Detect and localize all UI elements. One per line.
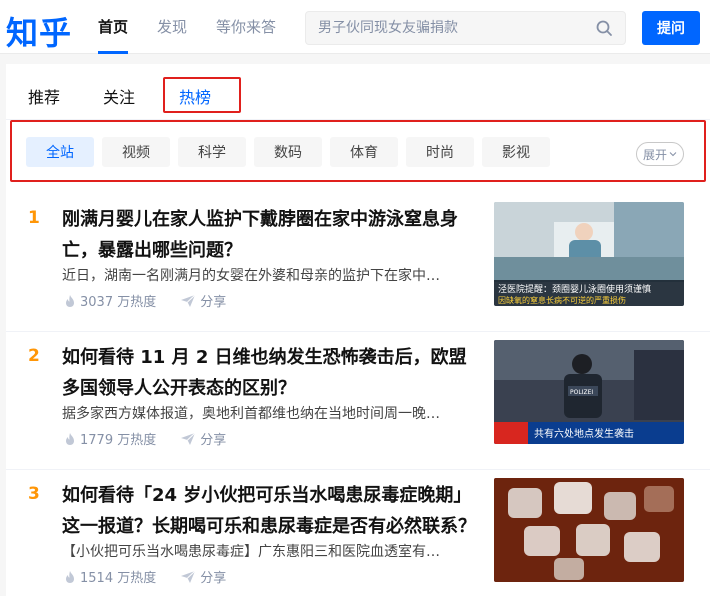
main-nav: 首页 发现 等你来答 — [98, 0, 305, 54]
top-header: 知乎 首页 发现 等你来答 提问 — [0, 0, 710, 54]
heat-metric: 1514 万热度 — [64, 567, 156, 586]
question-title[interactable]: 如何看待「24 岁小伙把可乐当水喝患尿毒症晚期」这一报道？长期喝可乐和患尿毒症是… — [62, 480, 484, 542]
share-label: 分享 — [200, 433, 227, 448]
tab-recommend[interactable]: 推荐 — [28, 84, 60, 108]
svg-text:POLIZEI: POLIZEI — [570, 389, 593, 396]
filter-all[interactable]: 全站 — [26, 137, 94, 167]
heat-value: 1779 万热度 — [80, 433, 157, 448]
chevron-down-icon — [669, 152, 677, 157]
filter-digital[interactable]: 数码 — [254, 137, 322, 167]
tab-follow[interactable]: 关注 — [103, 84, 135, 108]
nav-waiting-answers[interactable]: 等你来答 — [216, 0, 276, 54]
flame-icon — [66, 294, 74, 307]
heat-metric: 1779 万热度 — [64, 429, 156, 448]
hot-list-card: 推荐 关注 热榜 全站 视频 科学 数码 体育 时尚 影视 展开 1 刚满月婴儿… — [6, 64, 710, 596]
filter-science[interactable]: 科学 — [178, 137, 246, 167]
share-icon — [181, 432, 196, 445]
question-excerpt[interactable]: 据多家西方媒体报道，奥地利首都维也纳在当地时间周一晚… — [62, 403, 476, 423]
question-thumbnail[interactable]: 泾医院提醒：颈圈婴儿泳圈使用须谨慎 因缺氧的窒息长病不可逆的严重损伤 — [494, 202, 684, 306]
divider — [6, 469, 710, 470]
svg-text:共有六处地点发生袭击: 共有六处地点发生袭击 — [534, 427, 634, 440]
share-button[interactable]: 分享 — [180, 429, 226, 448]
heat-value: 3037 万热度 — [80, 295, 157, 310]
divider — [6, 331, 710, 332]
flame-icon — [66, 432, 74, 445]
hot-item-3[interactable]: 3 如何看待「24 岁小伙把可乐当水喝患尿毒症晚期」这一报道？长期喝可乐和患尿毒… — [6, 478, 710, 596]
cola-ice-photo — [494, 478, 684, 582]
rank-number: 2 — [28, 346, 40, 366]
filter-sports[interactable]: 体育 — [330, 137, 398, 167]
hospital-photo: 泾医院提醒：颈圈婴儿泳圈使用须谨慎 因缺氧的窒息长病不可逆的严重损伤 — [494, 202, 684, 306]
flame-icon — [66, 570, 74, 583]
filter-video[interactable]: 视频 — [102, 137, 170, 167]
share-icon — [181, 294, 196, 307]
expand-button[interactable]: 展开 — [636, 142, 684, 166]
heat-metric: 3037 万热度 — [64, 291, 156, 310]
hot-item-2[interactable]: 2 如何看待 11 月 2 日维也纳发生恐怖袭击后，欧盟多国领导人公开表态的区别… — [6, 340, 710, 470]
item-metrics: 3037 万热度 分享 — [64, 291, 250, 310]
question-thumbnail[interactable]: POLIZEI 共有六处地点发生袭击 — [494, 340, 684, 444]
rank-number: 1 — [28, 208, 40, 228]
expand-label: 展开 — [642, 147, 667, 162]
filter-fashion[interactable]: 时尚 — [406, 137, 474, 167]
hot-item-1[interactable]: 1 刚满月婴儿在家人监护下戴脖圈在家中游泳窒息身亡，暴露出哪些问题？ 近日，湖南… — [6, 202, 710, 332]
item-metrics: 1514 万热度 分享 — [64, 567, 250, 586]
search-box — [305, 11, 626, 45]
item-metrics: 1779 万热度 分享 — [64, 429, 250, 448]
share-button[interactable]: 分享 — [180, 291, 226, 310]
question-excerpt[interactable]: 近日，湖南一名刚满月的女婴在外婆和母亲的监护下在家中… — [62, 265, 476, 285]
nav-home[interactable]: 首页 — [98, 0, 129, 54]
filter-film[interactable]: 影视 — [482, 137, 550, 167]
feed-tabs: 推荐 关注 热榜 — [6, 64, 710, 120]
question-excerpt[interactable]: 【小伙把可乐当水喝患尿毒症】广东惠阳三和医院血透室有… — [62, 541, 476, 561]
share-label: 分享 — [200, 295, 227, 310]
search-input[interactable] — [318, 12, 588, 44]
ask-button[interactable]: 提问 — [642, 11, 700, 45]
nav-explore[interactable]: 发现 — [157, 0, 187, 54]
svg-text:因缺氧的窒息长病不可逆的严重损伤: 因缺氧的窒息长病不可逆的严重损伤 — [498, 295, 626, 305]
zhihu-logo[interactable]: 知乎 — [6, 8, 72, 54]
question-thumbnail[interactable] — [494, 478, 684, 582]
search-icon[interactable] — [595, 19, 613, 37]
rank-number: 3 — [28, 484, 40, 504]
svg-text:泾医院提醒：颈圈婴儿泳圈使用须谨慎: 泾医院提醒：颈圈婴儿泳圈使用须谨慎 — [498, 283, 651, 295]
question-title[interactable]: 刚满月婴儿在家人监护下戴脖圈在家中游泳窒息身亡，暴露出哪些问题？ — [62, 204, 484, 266]
share-button[interactable]: 分享 — [180, 567, 226, 586]
tab-hot[interactable]: 热榜 — [179, 84, 211, 108]
share-icon — [181, 570, 196, 583]
police-news-photo: POLIZEI 共有六处地点发生袭击 — [494, 340, 684, 444]
question-title[interactable]: 如何看待 11 月 2 日维也纳发生恐怖袭击后，欧盟多国领导人公开表态的区别？ — [62, 342, 484, 404]
heat-value: 1514 万热度 — [80, 571, 157, 586]
share-label: 分享 — [200, 571, 227, 586]
